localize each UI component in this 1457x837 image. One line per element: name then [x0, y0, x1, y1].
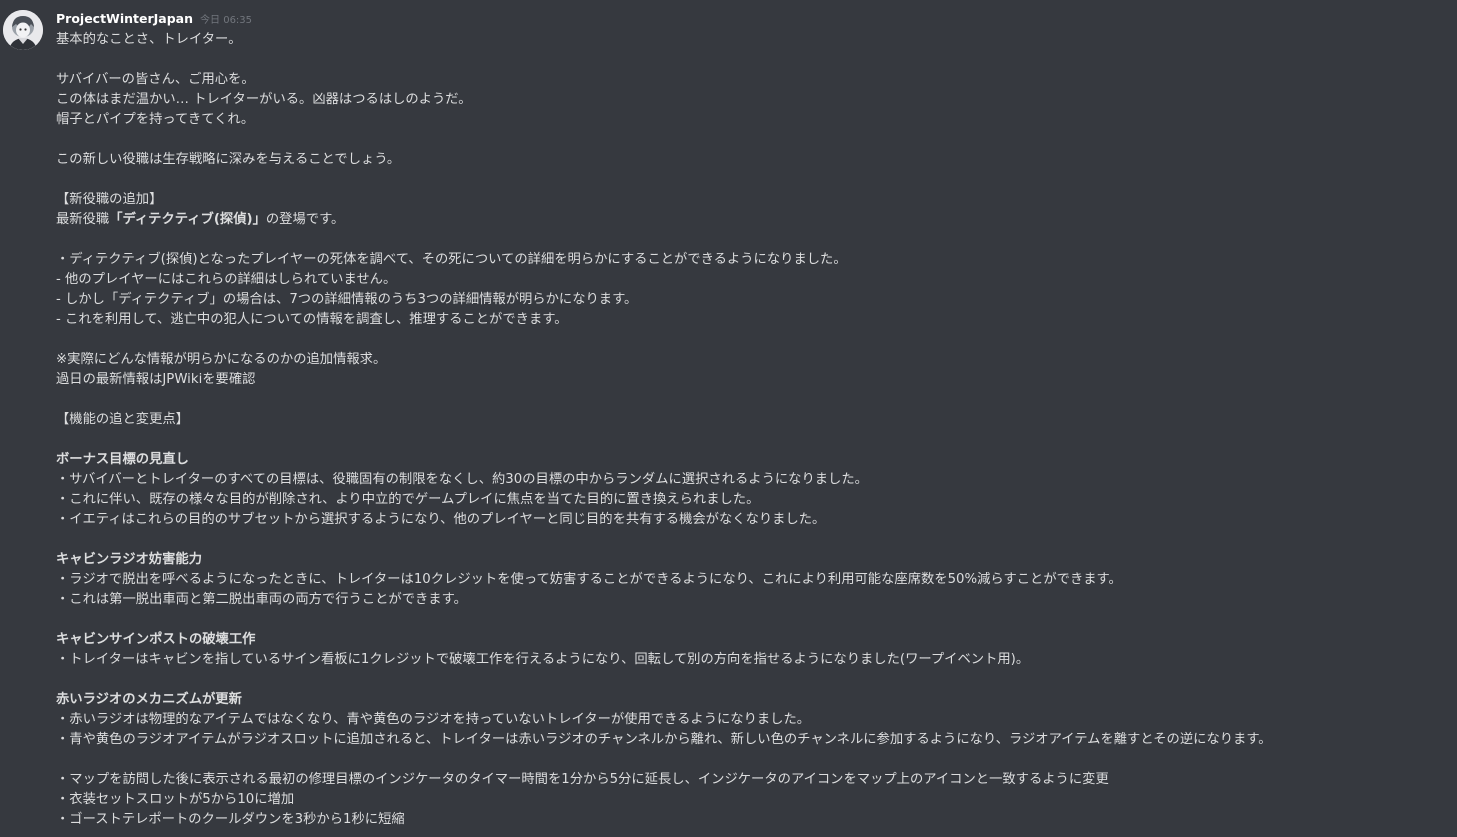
message-line: ・これは第一脱出車両と第二脱出車両の両方で行うことができます。	[56, 592, 467, 607]
message-line: ・衣装セットスロットが5から10に増加	[56, 792, 295, 807]
message-line: ・青や黄色のラジオアイテムがラジオスロットに追加されると、トレイターは赤いラジオ…	[56, 732, 1272, 747]
message-line: ・ゴーストテレポートのクールダウンを3秒から1秒に短縮	[56, 812, 405, 827]
bold-text: 「ディテクティブ(探偵)」	[109, 212, 266, 227]
message-line: 【機能の追と変更点】	[56, 412, 189, 427]
message-line: ・イエティはこれらの目的のサブセットから選択するようになり、他のプレイヤーと同じ…	[56, 512, 826, 527]
message-line: ・これに伴い、既存の様々な目的が削除され、より中立的でゲームプレイに焦点を当てた…	[56, 492, 760, 507]
message-line: ・ディテクティブ(探偵)となったプレイヤーの死体を調べて、その死についての詳細を…	[56, 252, 847, 267]
message-content: 基本的なことさ、トレイター。 サバイバーの皆さん、ご用心を。この体はまだ温かい… …	[56, 30, 1451, 830]
message-header: ProjectWinterJapan 今日 06:35	[56, 11, 252, 29]
message-line: ・ラジオで脱出を呼べるようになったときに、トレイターは10クレジットを使って妨害…	[56, 572, 1122, 587]
message-line: ・サバイバーとトレイターのすべての目標は、役職固有の制限をなくし、約30の目標の…	[56, 472, 868, 487]
message-line: ・赤いラジオは物理的なアイテムではなくなり、青や黄色のラジオを持っていないトレイ…	[56, 712, 811, 727]
section-heading: キャビンサインポストの破壊工作	[56, 632, 256, 647]
message-line: サバイバーの皆さん、ご用心を。	[56, 72, 255, 87]
chat-message: ProjectWinterJapan 今日 06:35 基本的なことさ、トレイタ…	[0, 0, 1457, 837]
message-line: ※実際にどんな情報が明らかになるのかの追加情報求。	[56, 352, 387, 367]
message-line: この新しい役職は生存戦略に深みを与えることでしょう。	[56, 152, 401, 167]
message-line: ・トレイターはキャビンを指しているサイン看板に1クレジットで破壊工作を行えるよう…	[56, 652, 1030, 667]
message-line: 基本的なことさ、トレイター。	[56, 32, 242, 47]
avatar-icon[interactable]	[3, 10, 43, 50]
message-line: - しかし「ディテクティブ」の場合は、7つの詳細情報のうち3つの詳細情報が明らか…	[56, 292, 638, 307]
message-line: 最新役職「ディテクティブ(探偵)」の登場です。	[56, 210, 1451, 230]
section-heading: ボーナス目標の見直し	[56, 452, 189, 467]
message-line: ・マップを訪問した後に表示される最初の修理目標のインジケータのタイマー時間を1分…	[56, 772, 1109, 787]
author-name[interactable]: ProjectWinterJapan	[56, 11, 193, 26]
message-line: - 他のプレイヤーにはこれらの詳細はしられていません。	[56, 272, 397, 287]
message-timestamp: 今日 06:35	[200, 15, 253, 26]
text-span: の登場です。	[265, 212, 345, 227]
section-heading: キャビンラジオ妨害能力	[56, 552, 202, 567]
message-line: 過日の最新情報はJPWikiを要確認	[56, 372, 256, 387]
message-line: 【新役職の追加】	[56, 192, 163, 207]
message-line: 帽子とパイプを持ってきてくれ。	[56, 112, 255, 127]
message-line: - これを利用して、逃亡中の犯人についての情報を調査し、推理することができます。	[56, 312, 568, 327]
text-span: 最新役職	[56, 212, 110, 227]
section-heading: 赤いラジオのメカニズムが更新	[56, 692, 242, 707]
message-line: この体はまだ温かい… トレイターがいる。凶器はつるはしのようだ。	[56, 92, 472, 107]
